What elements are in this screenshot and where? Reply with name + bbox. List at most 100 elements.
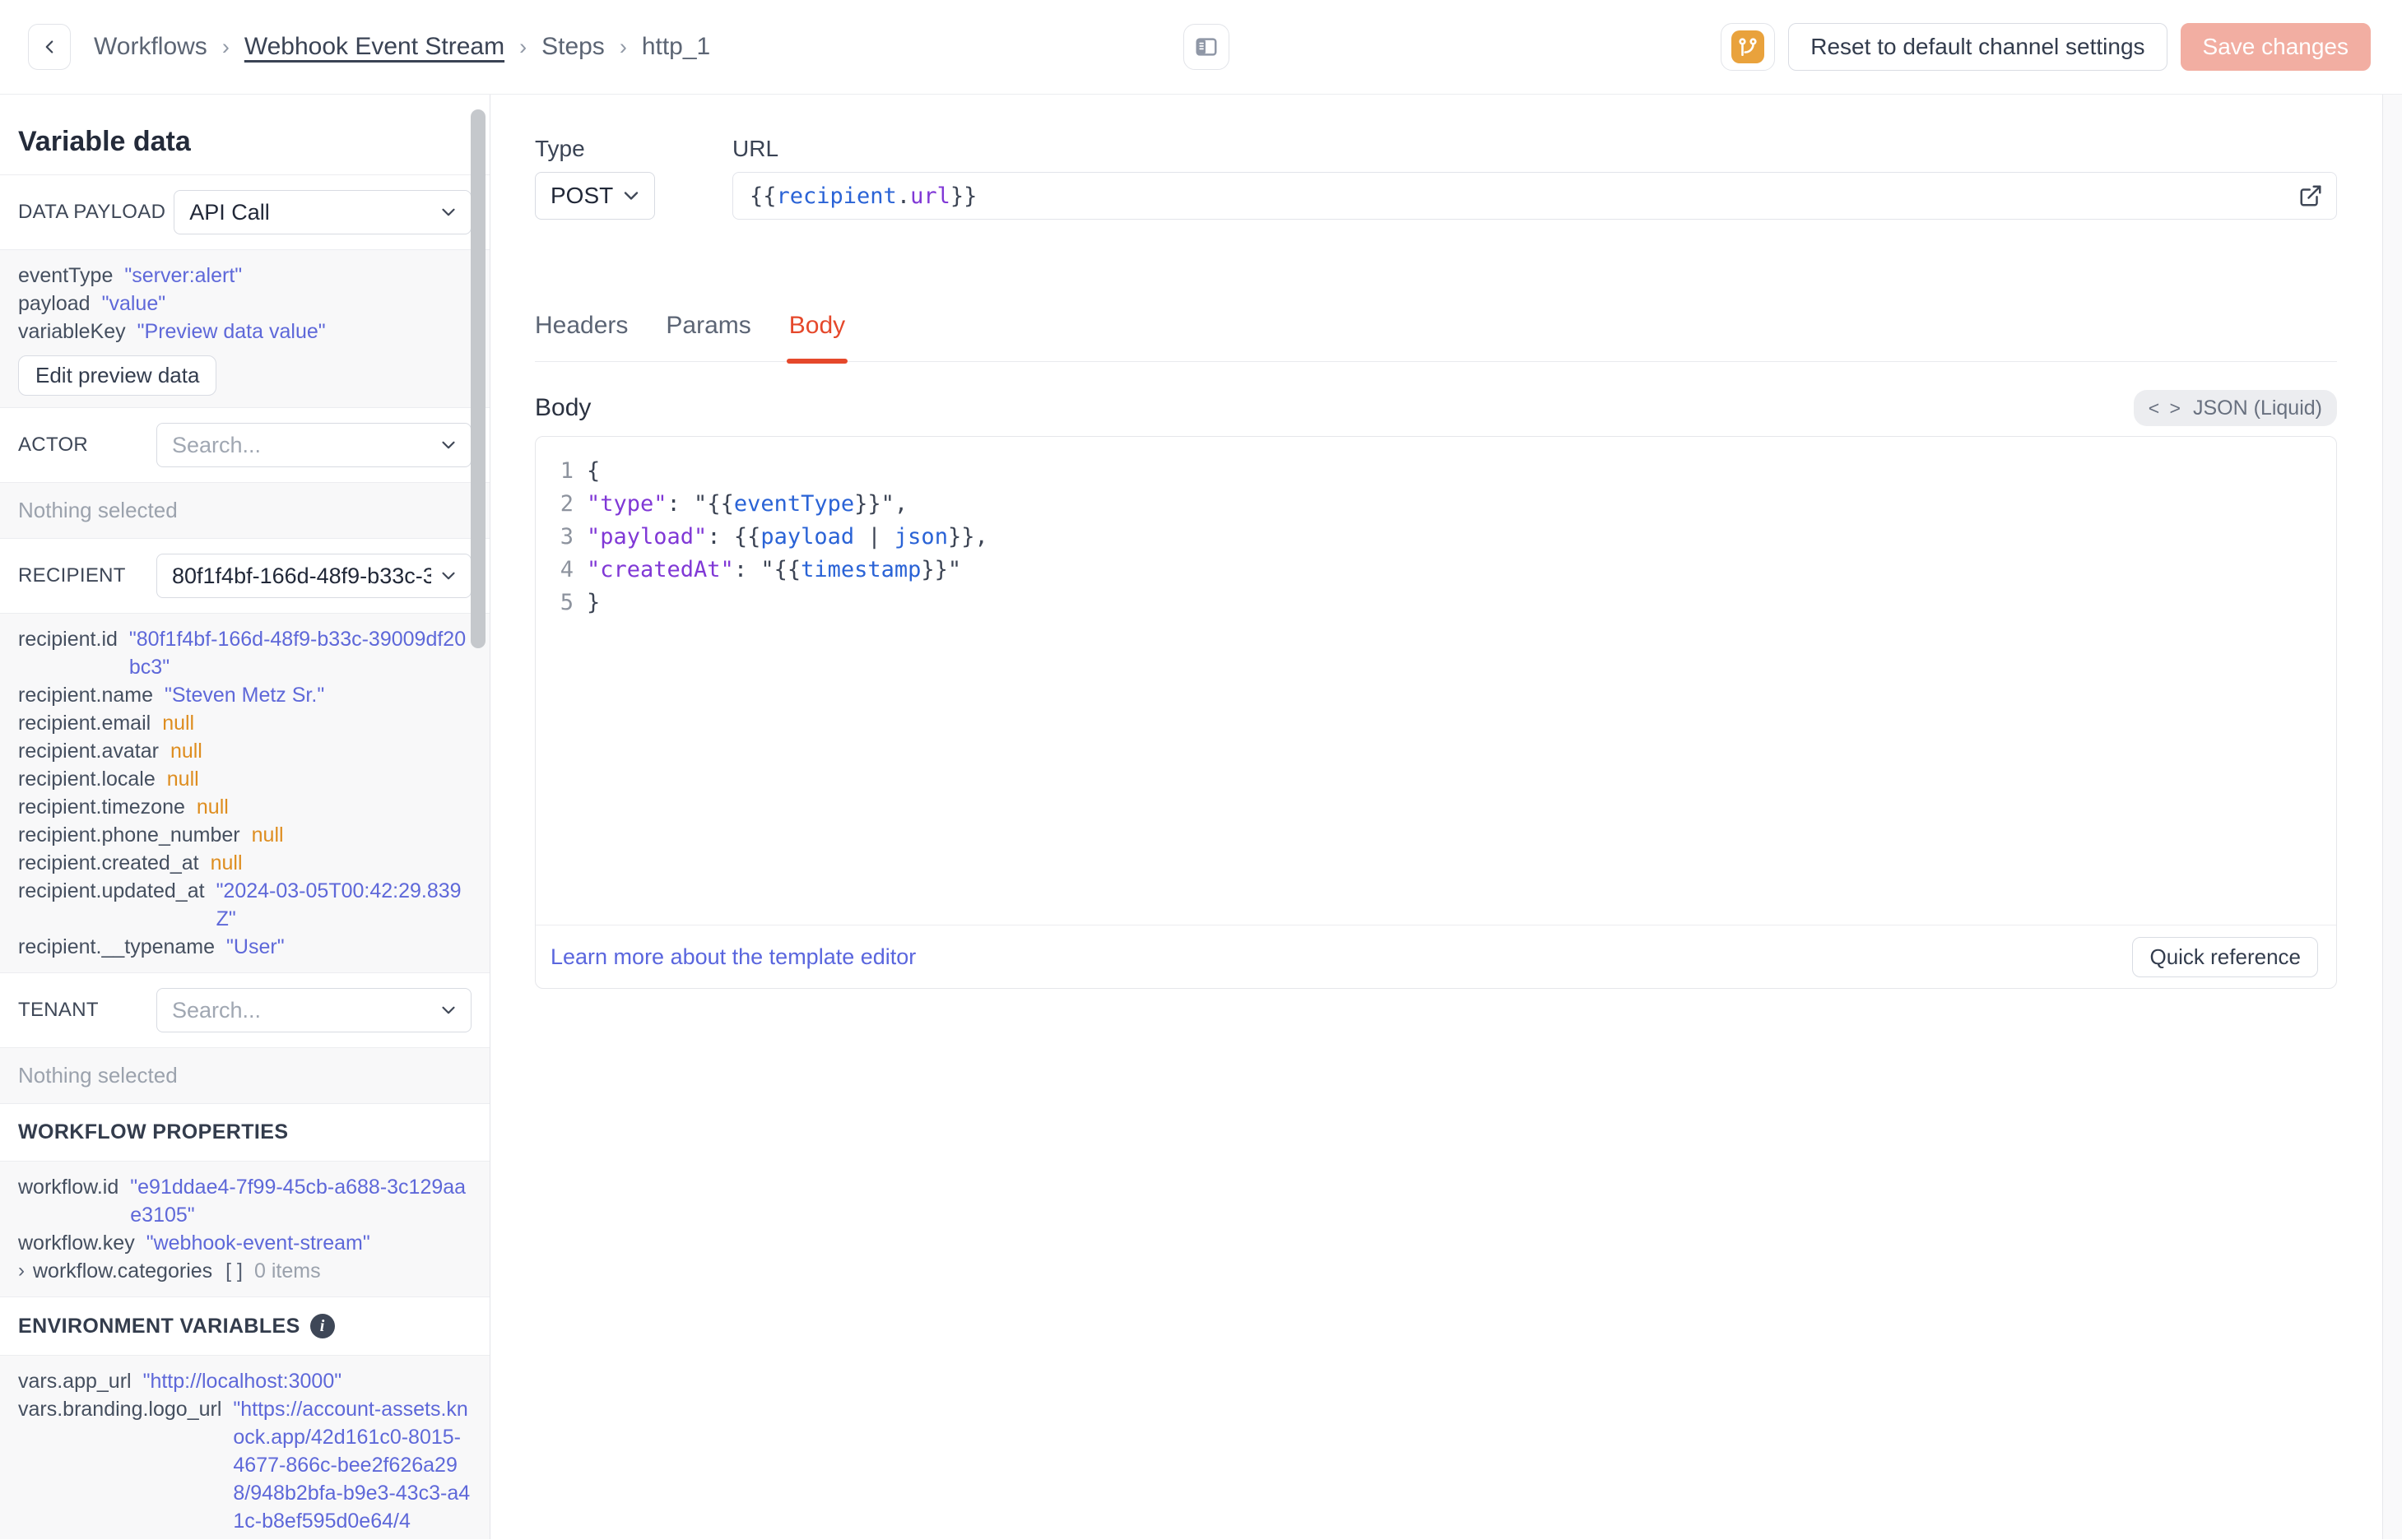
token: : {{ [707,524,761,550]
breadcrumb-steps[interactable]: Steps [541,33,605,61]
kv-value: "https://account-assets.knock.app/42d161… [233,1398,471,1533]
token: | [854,524,894,550]
token: eventType [733,491,855,517]
type-field: Type POST [535,136,699,220]
actor-search-placeholder: Search... [172,432,262,457]
workflow-values: workflow.id "e91ddae4-7f99-45cb-a688-3c12… [18,1173,472,1257]
token: timestamp [801,557,922,582]
code-icon: < > [2148,397,2183,419]
actor-empty-text: Nothing selected [18,498,178,522]
data-payload-values-section: eventType "server:alert" payload "value" var… [0,249,490,408]
recipient-row: RECIPIENT 80f1f4bf-166d-48f9-b33c-39009d… [0,539,490,613]
actor-empty-section: Nothing selected [0,482,490,539]
expand-chevron-icon[interactable]: › [18,1257,25,1285]
commit-button[interactable] [1721,23,1776,71]
recipient-select[interactable]: 80f1f4bf-166d-48f9-b33c-39009df20bc3 [156,554,472,598]
kv-value: null [166,768,199,791]
tenant-row: TENANT Search... [0,973,490,1047]
tenant-label: TENANT [18,999,99,1021]
token: recipient [776,183,897,209]
kv-row: eventType "server:alert" [18,262,472,290]
save-changes-button[interactable]: Save changes [2180,23,2371,71]
breadcrumb-separator: › [519,34,527,59]
line-number: 2 [560,491,574,517]
data-payload-label: DATA PAYLOAD [18,201,166,223]
kv-row: workflow.id "e91ddae4-7f99-45cb-a688-3c12… [18,1173,472,1229]
reset-channel-settings-button[interactable]: Reset to default channel settings [1788,23,2167,71]
token: json [894,524,948,550]
kv-value: null [170,740,202,763]
edit-preview-data-button[interactable]: Edit preview data [18,355,217,396]
external-link-icon[interactable] [2298,183,2323,208]
quick-reference-button[interactable]: Quick reference [2132,936,2318,977]
panel-left-icon [1196,38,1217,56]
kv-value: "e91ddae4-7f99-45cb-a688-3c129aae3105" [130,1176,467,1227]
kv-row: recipient.name "Steven Metz Sr." [18,681,472,709]
tab-headers[interactable]: Headers [535,312,628,361]
kv-key: recipient.name [18,684,153,707]
back-button[interactable] [28,24,71,70]
kv-row: recipient.email null [18,709,472,737]
kv-row: recipient.locale null [18,765,472,793]
workflow-categories-row[interactable]: › workflow.categories [ ] 0 items [18,1257,472,1285]
body-editor-card: 1{2 "type": "{{eventType}}", 3 "payload": {… [535,436,2337,989]
breadcrumb-workflow-name[interactable]: Webhook Event Stream [244,33,504,61]
chevron-down-icon [442,1006,455,1014]
line-content: { [587,455,600,488]
code-line: 4 "createdAt": "{{timestamp}}" [536,554,2336,587]
request-method-select[interactable]: POST [535,172,656,220]
main-panel: Type POST URL {{recipient.url}} Headers … [490,95,2402,1539]
code-line: 3 "payload": {{payload | json}}, [536,521,2336,554]
tenant-select[interactable]: Search... [156,988,472,1032]
url-input[interactable]: {{recipient.url}} [732,172,2337,220]
breadcrumb-separator: › [619,34,627,59]
kv-value: null [196,796,229,819]
body-code-editor[interactable]: 1{2 "type": "{{eventType}}", 3 "payload": {… [536,437,2336,925]
kv-key: recipient.timezone [18,796,185,819]
sidebar-toggle-button[interactable] [1183,24,1229,70]
line-number: 4 [560,557,574,582]
breadcrumb-workflows[interactable]: Workflows [94,33,207,61]
tab-body[interactable]: Body [786,312,848,364]
data-payload-row: DATA PAYLOAD API Call [0,175,490,249]
request-method-value: POST [551,183,614,208]
kv-row: recipient.__typename "User" [18,933,472,961]
kv-value: null [210,851,243,874]
line-content: "createdAt": "{{timestamp}}" [587,554,961,587]
token: { [587,458,601,484]
top-bar: Workflows › Webhook Event Stream › Steps… [0,0,2402,95]
data-payload-selected-value: API Call [189,199,270,225]
tenant-empty-text: Nothing selected [18,1063,178,1088]
kv-value: null [162,712,195,735]
data-payload-select[interactable]: API Call [174,190,472,234]
template-editor-docs-link[interactable]: Learn more about the template editor [551,944,916,970]
environment-variables-title: ENVIRONMENT VARIABLES [18,1314,300,1338]
info-icon[interactable]: i [309,1314,335,1338]
kv-row: recipient.created_at null [18,849,472,877]
sidebar-title: Variable data [0,95,490,175]
token: payload [760,524,855,550]
tab-params[interactable]: Params [666,312,750,361]
token: : "{{ [667,491,734,517]
sidebar-scrollbar[interactable] [471,109,486,648]
code-line: 5} [536,587,2336,619]
editor-language-label: JSON (Liquid) [2193,396,2322,420]
environment-variables-section: vars.app_url "http://localhost:3000" vars.… [0,1355,490,1539]
actor-select[interactable]: Search... [156,423,472,467]
token: : "{{ [733,557,801,582]
body-section-header: Body < > JSON (Liquid) [535,390,2337,426]
recipient-values-section: recipient.id "80f1f4bf-166d-48f9-b33c-390… [0,613,490,973]
kv-key: payload [18,292,91,315]
chevron-down-icon [442,572,455,580]
main-scrollbar-gutter[interactable] [2382,95,2402,1539]
chevron-left-icon [45,40,53,53]
items-count: 0 items [254,1259,321,1283]
actor-row: ACTOR Search... [0,408,490,482]
breadcrumb-separator: › [221,34,230,59]
token: }} [950,183,978,209]
kv-key: workflow.categories [33,1259,213,1283]
variable-data-panel: Variable data DATA PAYLOAD API Call even… [0,95,490,1539]
kv-value: "webhook-event-stream" [146,1232,370,1255]
kv-row: recipient.phone_number null [18,821,472,849]
request-tabs: Headers Params Body [535,312,2337,364]
